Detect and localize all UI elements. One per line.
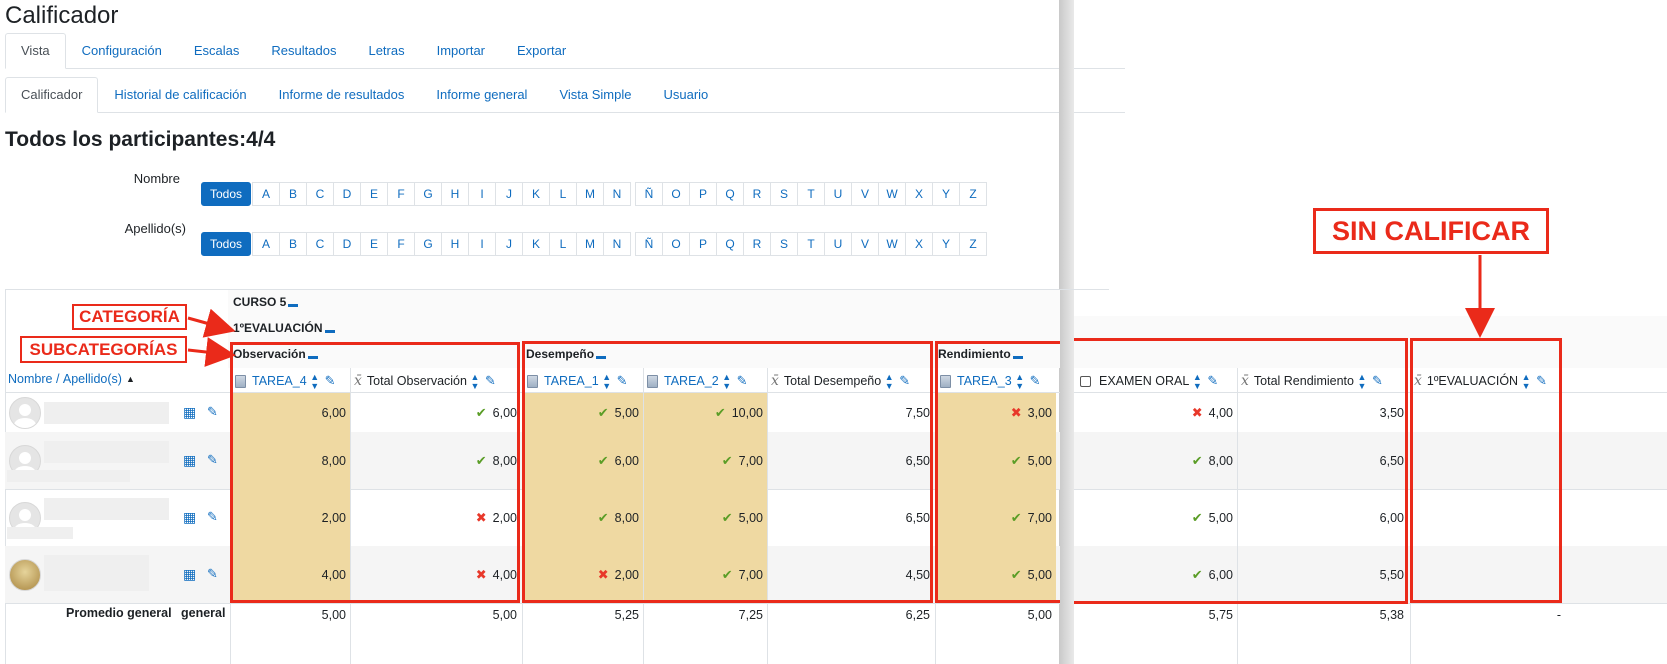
arrow-subcategorias (187, 337, 236, 367)
annotation-arrows (187, 255, 1495, 367)
arrow-categoria (187, 308, 236, 338)
